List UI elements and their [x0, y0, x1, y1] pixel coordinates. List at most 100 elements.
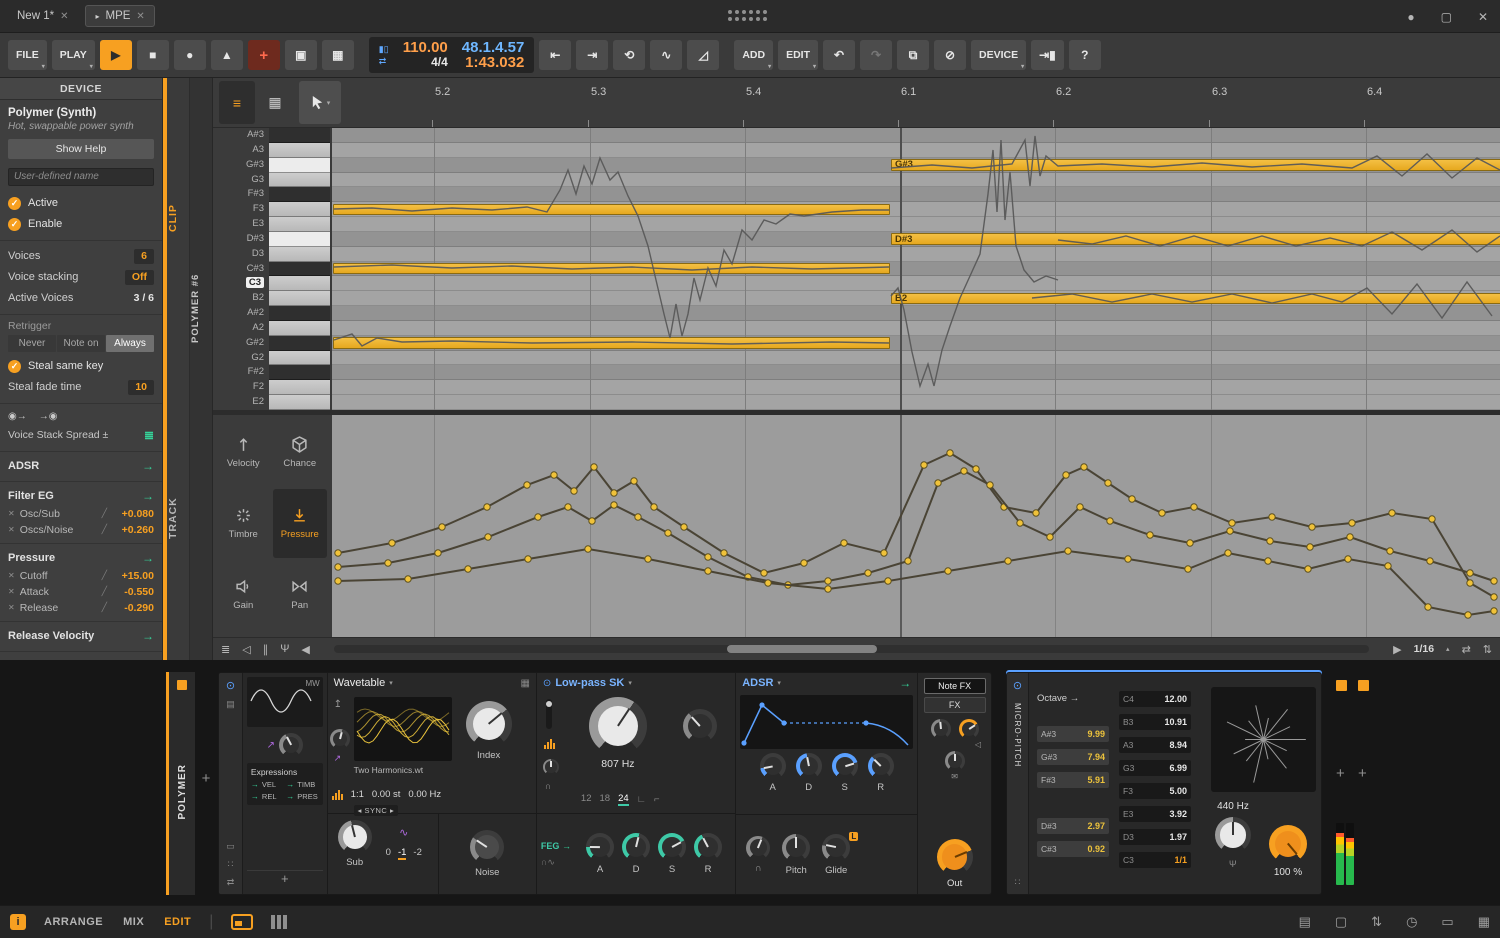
glide-knob[interactable]: Glide L	[822, 834, 850, 876]
retrigger-option-always[interactable]: Always	[106, 335, 154, 352]
param-value[interactable]: Off	[125, 270, 154, 285]
steal-same-key-toggle[interactable]: ✓Steal same key	[8, 356, 154, 377]
piano-key-F3[interactable]: F3	[213, 202, 330, 217]
key-bar[interactable]	[269, 217, 330, 232]
keytrack-icon[interactable]: ▦	[520, 678, 529, 689]
mod-target-row[interactable]: ✕Release╱-0.290	[8, 600, 154, 616]
tuning-row-F#3[interactable]: F#35.91	[1037, 772, 1109, 788]
expression-tag-timb[interactable]: →TIMB	[286, 780, 318, 789]
reference-pitch-knob[interactable]	[1215, 817, 1251, 853]
tuning-row-G3[interactable]: G36.99	[1119, 760, 1191, 776]
grid-resolution[interactable]: 1/16	[1414, 643, 1434, 655]
tempo-display[interactable]: 110.00	[403, 40, 448, 55]
piano-key-G#3[interactable]: G#3	[213, 158, 330, 173]
piano-key-B2[interactable]: B2	[213, 291, 330, 306]
glide-legato-badge[interactable]: L	[849, 832, 858, 841]
key-bar[interactable]	[269, 262, 330, 277]
mod-route-icon[interactable]: →	[142, 551, 154, 565]
sub-octave-0[interactable]: 0	[386, 847, 391, 860]
mod-route-icon[interactable]: →	[142, 459, 154, 473]
key-bar[interactable]	[269, 365, 330, 380]
note-list-tool-button[interactable]: ≡	[219, 81, 255, 124]
remove-icon[interactable]: ✕	[8, 587, 15, 596]
onscreen-keyboard-icon[interactable]: ▭	[1441, 914, 1453, 930]
time-display[interactable]: 1:43.032	[465, 55, 524, 70]
note-fx-tab[interactable]: Note FX	[924, 678, 986, 694]
piano-key-A#2[interactable]: A#2	[213, 306, 330, 321]
ruler-label-6.1[interactable]: 6.1	[901, 86, 916, 98]
mod-amount-value[interactable]: +15.00	[112, 570, 154, 582]
note-grid[interactable]: G#3D#3B2	[330, 128, 1500, 410]
param-value[interactable]: 6	[134, 249, 154, 264]
forward-icon[interactable]: ▶	[1393, 643, 1401, 656]
key-bar[interactable]	[269, 306, 330, 321]
filter-env-knob[interactable]	[543, 759, 559, 775]
expression-tab-pan[interactable]: Pan	[273, 560, 328, 629]
key-bar[interactable]	[269, 232, 330, 247]
add-device-button[interactable]: +	[1336, 765, 1345, 782]
modwheel-display[interactable]: MW	[247, 677, 323, 727]
voice-stack-spread-row[interactable]: Voice Stack Spread ±≣	[8, 425, 154, 446]
key-bar[interactable]	[269, 291, 330, 306]
mod-target-row[interactable]: ✕Oscs/Noise╱+0.260	[8, 522, 154, 538]
key-bar[interactable]	[269, 158, 330, 173]
oscillator-header[interactable]: Wavetable▾ ▦	[328, 673, 536, 693]
tuning-row-F3[interactable]: F35.00	[1119, 783, 1191, 799]
key-bar[interactable]	[269, 247, 330, 262]
expression-tag-pres[interactable]: →PRES	[286, 792, 318, 801]
zoom-fit-icon[interactable]: ⇅	[1483, 643, 1492, 656]
active-toggle[interactable]: ✓Active	[8, 193, 154, 214]
pan-mod-knob[interactable]	[959, 719, 979, 739]
device-power-icon[interactable]: ⊙	[1013, 679, 1022, 692]
expression-tag-vel[interactable]: →VEL	[251, 780, 283, 789]
file-panel-icon[interactable]: ▢	[1335, 914, 1347, 930]
ruler-label-5.2[interactable]: 5.2	[435, 86, 450, 98]
enable-toggle[interactable]: ✓Enable	[8, 214, 154, 235]
add-device-slot-button[interactable]: +	[197, 770, 215, 787]
play-button[interactable]: ▶	[100, 40, 132, 70]
device-menu-button[interactable]: DEVICE▾	[971, 40, 1026, 70]
phase-icon[interactable]: ↥	[334, 699, 342, 710]
filter-header[interactable]: ⊙ Low-pass SK▾	[537, 673, 735, 693]
project-panel-icon[interactable]: ▤	[1299, 914, 1311, 930]
expression-tab-chance[interactable]: Chance	[273, 418, 328, 487]
pointer-tool-button[interactable]: ▾	[299, 81, 341, 124]
filter-drive-slider[interactable]	[546, 699, 552, 729]
key-bar[interactable]	[269, 202, 330, 217]
modulators-icon[interactable]: ∷	[228, 859, 234, 870]
duplicate-button[interactable]: ⧉	[897, 40, 929, 70]
detune-spread-display[interactable]	[1211, 687, 1316, 792]
position-display[interactable]: 48.1.4.57	[462, 40, 525, 55]
filter-power-icon[interactable]: ⊙	[543, 678, 551, 689]
undo-button[interactable]: ↶	[823, 40, 855, 70]
mod-amount-value[interactable]: +0.080	[112, 508, 154, 520]
delete-button[interactable]: ⊘	[934, 40, 966, 70]
mod-source-release-velocity[interactable]: Release Velocity→	[8, 627, 154, 646]
piano-key-C#3[interactable]: C#3	[213, 262, 330, 277]
mod-source-adsr[interactable]: ADSR→	[8, 457, 154, 476]
scrollbar-thumb[interactable]	[727, 645, 877, 653]
resonance-knob[interactable]	[683, 709, 717, 743]
tuning-row-C3[interactable]: C31/1	[1119, 852, 1191, 868]
add-track-button[interactable]: +	[248, 40, 280, 70]
piano-key-G2[interactable]: G2	[213, 351, 330, 366]
piano-key-A3[interactable]: A3	[213, 143, 330, 158]
key-bar[interactable]	[269, 321, 330, 336]
sub-octave--1[interactable]: -1	[398, 847, 406, 860]
mod-amount-value[interactable]: -0.550	[112, 586, 154, 598]
modwheel-amount-knob[interactable]	[279, 733, 303, 757]
out-knob[interactable]: Out	[937, 839, 973, 889]
mix-knob[interactable]	[1269, 825, 1307, 863]
tuning-row-E3[interactable]: E33.92	[1119, 806, 1191, 822]
ruler-label-6.4[interactable]: 6.4	[1367, 86, 1382, 98]
tab-clip[interactable]: CLIP	[167, 188, 189, 248]
view-switch-mix[interactable]: MIX	[123, 916, 144, 928]
key-bar[interactable]	[269, 128, 330, 143]
envknobs-knob-s[interactable]: S	[832, 753, 858, 793]
piano-key-D#3[interactable]: D#3	[213, 232, 330, 247]
expression-lane[interactable]	[330, 415, 1500, 637]
piano-key-G#2[interactable]: G#2	[213, 336, 330, 351]
mappings-panel-icon[interactable]: ⇅	[1371, 914, 1382, 930]
chain-track-header[interactable]: POLYMER	[169, 672, 195, 895]
loop-button[interactable]: ⟲	[613, 40, 645, 70]
